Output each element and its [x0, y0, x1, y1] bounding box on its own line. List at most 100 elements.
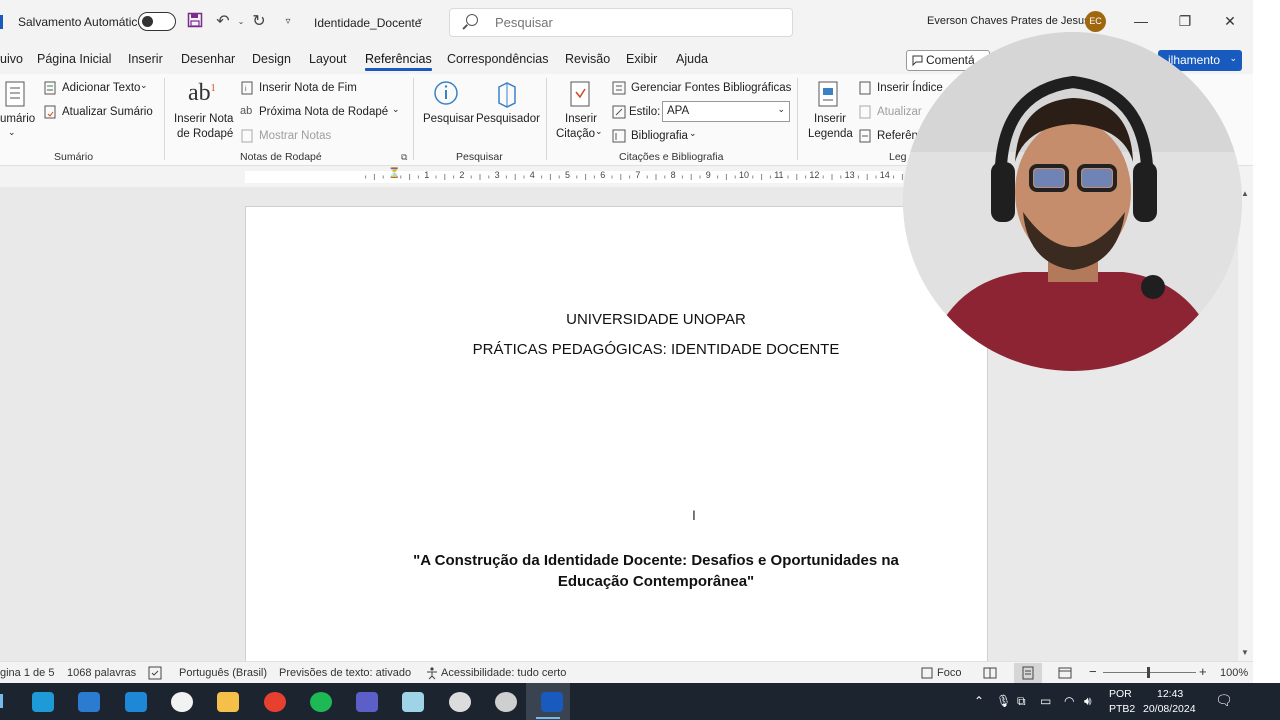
chevron-down-icon[interactable]: ⌄	[689, 128, 697, 139]
insert-footnote-label-1[interactable]: Inserir Nota	[174, 113, 233, 125]
avatar[interactable]: EC	[1085, 11, 1106, 32]
battery-icon[interactable]: ▭	[1040, 694, 1051, 708]
manage-sources-button[interactable]: Gerenciar Fontes Bibliográficas	[631, 82, 791, 94]
user-name[interactable]: Everson Chaves Prates de Jesus	[927, 15, 1090, 27]
clock-date[interactable]: 20/08/2024	[1143, 703, 1196, 715]
search-input[interactable]	[495, 15, 775, 30]
tab-revisao[interactable]: Revisão	[565, 52, 610, 66]
read-mode-icon[interactable]	[983, 666, 997, 680]
insert-caption-icon[interactable]	[815, 80, 843, 110]
add-text-button[interactable]: Adicionar Texto	[62, 82, 140, 94]
text-predictions-status[interactable]: Previsões de texto: ativado	[279, 667, 411, 679]
insert-citation-label-2[interactable]: Citação	[556, 128, 595, 140]
tab-arquivo[interactable]: uivo	[0, 52, 23, 66]
researcher-icon[interactable]	[493, 79, 521, 109]
document-title-line-1[interactable]: "A Construção da Identidade Docente: Des…	[406, 550, 906, 571]
document-title-line-2[interactable]: Educação Contemporânea"	[406, 571, 906, 592]
input-language[interactable]: POR	[1109, 688, 1132, 700]
proofing-icon[interactable]	[148, 666, 162, 680]
teams-icon[interactable]	[356, 692, 379, 712]
bibliography-button[interactable]: Bibliografia	[631, 130, 688, 142]
camera-icon[interactable]: ⧉	[1017, 694, 1026, 709]
document-heading-course[interactable]: PRÁTICAS PEDAGÓGICAS: IDENTIDADE DOCENTE	[246, 341, 1066, 358]
web-layout-icon[interactable]	[1058, 666, 1072, 680]
insert-caption-label-1[interactable]: Inserir	[814, 113, 846, 125]
next-footnote-button[interactable]: Próxima Nota de Rodapé	[259, 106, 388, 118]
zoom-out-icon[interactable]: −	[1089, 664, 1097, 679]
tab-design[interactable]: Design	[252, 52, 291, 66]
undo-icon[interactable]: ↶	[214, 12, 232, 32]
redo-icon[interactable]: ↻	[250, 12, 268, 32]
clock-icon[interactable]	[495, 692, 517, 712]
tab-inserir[interactable]: Inserir	[128, 52, 163, 66]
insert-index-button[interactable]: Inserir Índice	[877, 82, 943, 94]
chevron-down-icon[interactable]: ⌄	[140, 80, 148, 91]
save-icon[interactable]	[186, 12, 204, 32]
undo-dropdown-icon[interactable]: ⌄	[232, 12, 250, 32]
microphone-icon[interactable]: 🎙︎	[996, 694, 1011, 708]
scroll-up-icon[interactable]: ▲	[1241, 189, 1249, 198]
tab-referencias[interactable]: Referências	[365, 52, 432, 71]
chevron-down-icon[interactable]: ⌄	[595, 126, 603, 137]
store-icon[interactable]	[78, 692, 101, 712]
vertical-scrollbar[interactable]: ▲ ▼	[1238, 187, 1253, 661]
edge-icon[interactable]	[32, 692, 54, 712]
close-icon[interactable]: ✕	[1220, 10, 1240, 32]
update-table-button[interactable]: Atualizar	[877, 106, 922, 118]
insert-citation-label-1[interactable]: Inserir	[565, 113, 597, 125]
tab-desenhar[interactable]: Desenhar	[181, 52, 235, 66]
maximize-icon[interactable]: ❐	[1175, 10, 1195, 32]
page-count[interactable]: gina 1 de 5	[0, 667, 54, 679]
document-name[interactable]: Identidade_Docente	[314, 16, 421, 30]
minimize-icon[interactable]: —	[1131, 10, 1151, 32]
cross-reference-button[interactable]: Referên	[877, 130, 918, 142]
zoom-slider-thumb[interactable]	[1147, 667, 1150, 678]
volume-icon[interactable]: 🔊︎	[1084, 694, 1092, 709]
zoom-in-icon[interactable]: +	[1199, 664, 1207, 679]
clock-time[interactable]: 12:43	[1157, 688, 1183, 700]
spotify-icon[interactable]	[309, 692, 332, 712]
word-icon[interactable]	[541, 692, 564, 712]
start-icon[interactable]	[0, 694, 3, 708]
update-toc-button[interactable]: Atualizar Sumário	[62, 106, 153, 118]
accessibility-status[interactable]: Acessibilidade: tudo certo	[441, 667, 566, 679]
tab-layout[interactable]: Layout	[309, 52, 347, 66]
explorer-icon[interactable]	[217, 692, 240, 712]
customize-quick-access-icon[interactable]: ▿	[279, 12, 297, 32]
sumario-button-label[interactable]: umário	[0, 113, 35, 125]
table-of-contents-icon[interactable]	[2, 80, 30, 110]
notifications-icon[interactable]: 🗨︎	[1215, 692, 1233, 709]
obs-icon[interactable]	[448, 692, 471, 712]
insert-footnote-label-2[interactable]: de Rodapé	[177, 128, 233, 140]
keyboard-layout[interactable]: PTB2	[1109, 703, 1135, 715]
search-info-icon[interactable]	[432, 79, 460, 109]
style-select[interactable]: APA ⌄	[662, 101, 790, 122]
zoom-level[interactable]: 100%	[1220, 667, 1248, 679]
show-notes-button[interactable]: Mostrar Notas	[259, 130, 331, 142]
indent-marker-icon[interactable]: ⏳	[388, 168, 400, 179]
language-status[interactable]: Português (Brasil)	[179, 667, 267, 679]
teamviewer-icon[interactable]	[170, 692, 193, 712]
document-page[interactable]: UNIVERSIDADE UNOPAR PRÁTICAS PEDAGÓGICAS…	[245, 206, 988, 666]
scroll-down-icon[interactable]: ▼	[1241, 648, 1249, 657]
print-layout-icon[interactable]	[1021, 666, 1035, 680]
insert-endnote-button[interactable]: Inserir Nota de Fim	[259, 82, 357, 94]
tab-ajuda[interactable]: Ajuda	[676, 52, 708, 66]
tray-chevron-up-icon[interactable]: ⌃	[974, 694, 984, 708]
search-box[interactable]	[449, 8, 793, 37]
chrome-icon[interactable]	[263, 692, 286, 712]
tab-exibir[interactable]: Exibir	[626, 52, 657, 66]
researcher-button[interactable]: Pesquisador	[476, 113, 540, 125]
chevron-down-icon[interactable]: ⌄	[416, 13, 424, 24]
insert-caption-label-2[interactable]: Legenda	[808, 128, 853, 140]
notepad-icon[interactable]	[402, 692, 425, 712]
focus-mode-button[interactable]: Foco	[937, 667, 961, 679]
autosave-toggle[interactable]	[138, 12, 176, 31]
insert-citation-icon[interactable]	[567, 80, 595, 110]
dialog-launcher-icon[interactable]: ⧉	[401, 152, 407, 163]
chevron-down-icon[interactable]: ⌄	[8, 127, 16, 138]
search-button[interactable]: Pesquisar	[423, 113, 474, 125]
chevron-down-icon[interactable]: ⌄	[392, 104, 400, 115]
word-count[interactable]: 1068 palavras	[67, 667, 136, 679]
tab-correspondencias[interactable]: Correspondências	[447, 52, 548, 66]
